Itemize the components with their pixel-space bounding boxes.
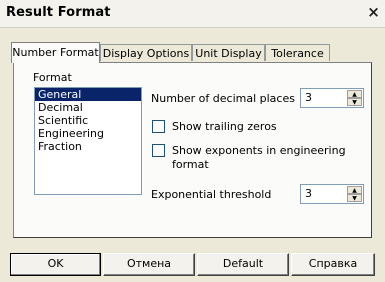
help-button[interactable]: Справка [291, 253, 375, 276]
decimal-places-value[interactable]: 3 [305, 91, 312, 104]
tab-display-options[interactable]: Display Options [100, 44, 192, 61]
spin-up-icon[interactable]: ▲ [347, 186, 362, 194]
tab-tolerance[interactable]: Tolerance [265, 44, 330, 61]
show-trailing-zeros-checkbox[interactable] [152, 120, 165, 133]
format-option-fraction[interactable]: Fraction [35, 140, 141, 153]
exp-threshold-value[interactable]: 3 [305, 187, 312, 200]
show-exponents-checkbox[interactable] [152, 144, 165, 157]
exp-threshold-spin-buttons: ▲ ▼ [347, 186, 362, 202]
format-option-general[interactable]: General [35, 88, 141, 101]
default-button[interactable]: Default [197, 253, 289, 276]
spin-down-icon[interactable]: ▼ [347, 98, 362, 106]
number-format-panel: Format General Decimal Scientific Engine… [13, 62, 372, 238]
decimal-places-label: Number of decimal places [151, 92, 295, 105]
format-option-decimal[interactable]: Decimal [35, 101, 141, 114]
decimal-places-spinner[interactable]: 3 ▲ ▼ [300, 88, 364, 108]
ok-button[interactable]: OK [10, 253, 101, 276]
dialog-title: Result Format [6, 5, 111, 20]
show-trailing-zeros-label: Show trailing zeros [172, 120, 277, 133]
tab-number-format[interactable]: Number Format [11, 42, 100, 63]
exp-threshold-spinner[interactable]: 3 ▲ ▼ [300, 184, 364, 204]
close-icon[interactable]: × [366, 5, 381, 20]
format-option-scientific[interactable]: Scientific [35, 114, 141, 127]
cancel-button[interactable]: Отмена [103, 253, 195, 276]
result-format-dialog: Result Format × Number Format Display Op… [0, 0, 385, 282]
format-listbox[interactable]: General Decimal Scientific Engineering F… [34, 87, 142, 195]
exp-threshold-label: Exponential threshold [151, 188, 272, 201]
show-exponents-label-line1: Show exponents in engineering [172, 144, 346, 157]
decimal-places-spin-buttons: ▲ ▼ [347, 90, 362, 106]
spin-down-icon[interactable]: ▼ [347, 194, 362, 202]
format-label: Format [33, 71, 72, 84]
spin-up-icon[interactable]: ▲ [347, 90, 362, 98]
dialog-body: Number Format Display Options Unit Displ… [0, 28, 385, 282]
show-exponents-label-line2: format [172, 158, 209, 171]
title-bar[interactable]: Result Format × [0, 0, 385, 28]
format-option-engineering[interactable]: Engineering [35, 127, 141, 140]
tab-unit-display[interactable]: Unit Display [192, 44, 265, 61]
